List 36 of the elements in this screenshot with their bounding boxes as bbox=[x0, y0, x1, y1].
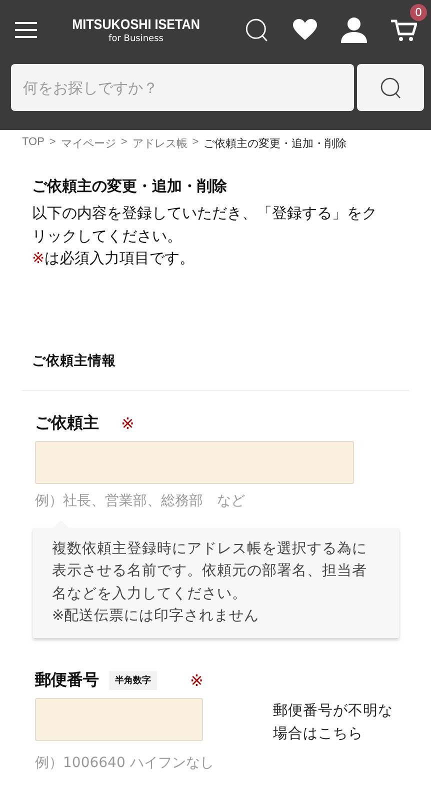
input-field[interactable] bbox=[35, 698, 203, 740]
search-icon[interactable] bbox=[380, 76, 402, 98]
breadcrumb-current: ご依頼主の変更・追加・削除 bbox=[204, 136, 347, 151]
example-hint: 例）社長、営業部、総務部 など bbox=[35, 492, 246, 510]
tooltip-note: ※配送伝票には印字されません bbox=[52, 606, 260, 626]
breadcrumb-link[interactable]: マイページ bbox=[60, 136, 116, 151]
field-label: 郵便番号 bbox=[35, 670, 99, 691]
tooltip-text: 複数依頼主登録時にアドレス帳を選択する為に表示させる名前です。依頼元の部署名、担当者名などを入力してください。 bbox=[52, 540, 368, 604]
section-title: ご依頼主情報 bbox=[22, 352, 409, 390]
logo[interactable]: MITSUKOSHI ISETAN for Business bbox=[71, 16, 201, 44]
user-icon[interactable] bbox=[341, 17, 367, 43]
breadcrumb-separator: > bbox=[120, 136, 128, 150]
logo-title: MITSUKOSHI ISETAN bbox=[72, 16, 200, 32]
example-hint: 例）1006640 ハイフンなし bbox=[35, 754, 215, 772]
cart-count-badge: 0 bbox=[410, 4, 427, 21]
breadcrumb-separator: > bbox=[49, 136, 56, 150]
required-note: は必須入力項目です。 bbox=[44, 249, 195, 267]
postal-lookup-link[interactable]: 郵便番号が不明な場合はこちら bbox=[273, 698, 401, 746]
menu-icon[interactable] bbox=[15, 22, 37, 38]
search-icon[interactable] bbox=[245, 18, 269, 42]
breadcrumb-link[interactable]: TOP bbox=[22, 136, 44, 151]
breadcrumb-separator: > bbox=[192, 136, 199, 150]
breadcrumb-link[interactable]: アドレス帳 bbox=[132, 136, 188, 151]
search-field[interactable]: 何をお探しですか？ bbox=[11, 64, 354, 111]
intro-text: 以下の内容を登録していただき、「登録する」をクリックしてください。 bbox=[32, 203, 378, 246]
page-title: ご依頼主の変更・追加・削除 bbox=[32, 177, 228, 196]
field-label: ご依頼主 bbox=[35, 413, 99, 434]
logo-subtitle: for Business bbox=[108, 34, 164, 44]
input-field[interactable] bbox=[35, 440, 354, 484]
input-type-tag: 半角数字 bbox=[109, 671, 157, 690]
required-mark: ※ bbox=[190, 671, 204, 690]
required-mark: ※ bbox=[32, 249, 45, 267]
required-mark: ※ bbox=[121, 414, 134, 433]
cart-icon[interactable] bbox=[391, 18, 417, 42]
search-button[interactable] bbox=[357, 64, 424, 111]
heart-icon[interactable] bbox=[293, 19, 317, 41]
